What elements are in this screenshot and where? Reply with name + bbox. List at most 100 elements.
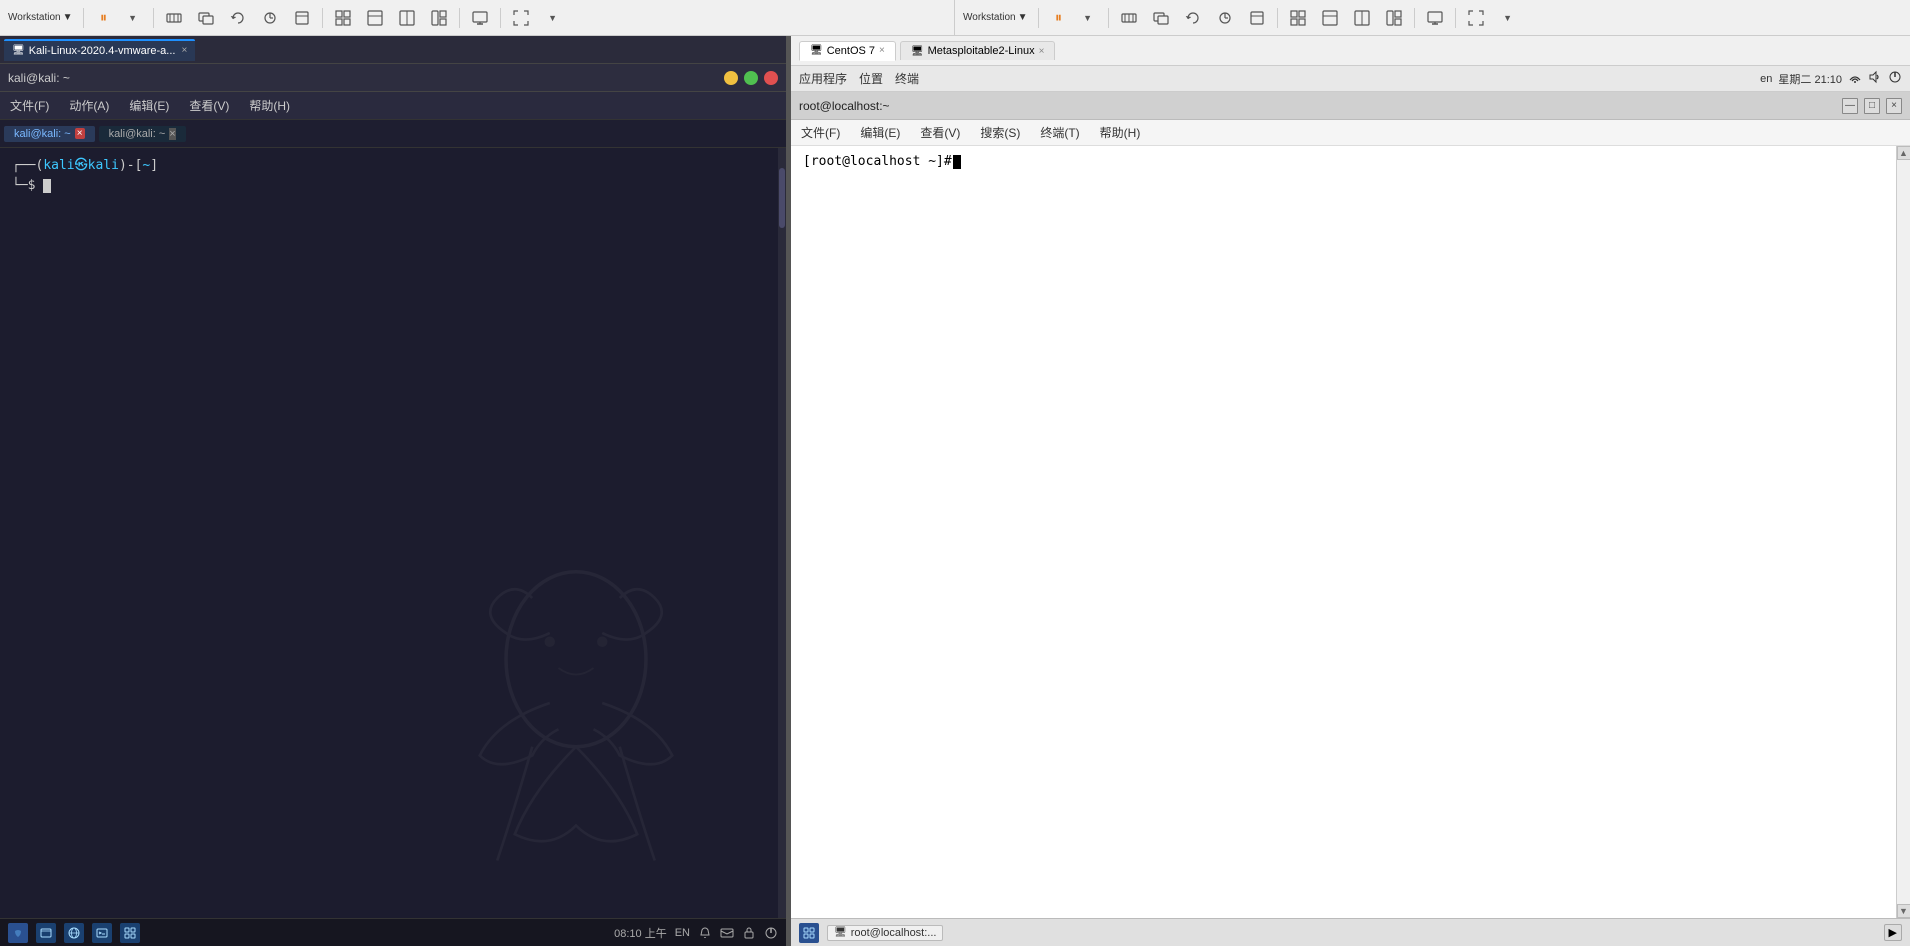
kali-taskbar-lang: EN [675,927,690,939]
right-workstation-menu[interactable]: Workstation ▼ [959,10,1032,25]
left-fullscreen-dropdown[interactable]: ▼ [539,6,567,30]
kali-term-tab1-label: kali@kali: ~ [14,128,71,140]
kali-term-tab2[interactable]: kali@kali: ~ × [99,126,186,142]
sep5 [500,8,501,28]
right-unknown-btn[interactable] [1243,6,1271,30]
right-view1-btn[interactable] [1284,6,1312,30]
kali-menu-file[interactable]: 文件(F) [4,95,55,116]
right-vm-toolbar: Workstation ▼ ⏸ ▼ [955,0,1910,35]
right-pause-btn[interactable]: ⏸ [1045,6,1073,30]
kali-taskbar: 08:10 上午 EN [0,918,786,946]
right-fullscreen-group: ▼ [1494,6,1522,30]
left-vm-tab-close[interactable]: × [181,45,187,56]
centos-taskbar-apps-icon[interactable] [799,923,819,943]
centos-term-menu-terminal[interactable]: 终端(T) [1034,122,1085,143]
centos-menu-location[interactable]: 位置 [859,70,883,87]
kali-term-tab2-close[interactable]: × [169,128,175,140]
kali-taskbar-files-icon[interactable] [36,923,56,943]
right-revert-btn[interactable] [1179,6,1207,30]
meta-tab-close[interactable]: × [1039,46,1045,57]
rsep3 [1277,8,1278,28]
kali-taskbar-apps-icon[interactable] [120,923,140,943]
centos-tab-label: CentOS 7 [827,45,875,57]
centos-close-btn[interactable]: × [1886,98,1902,114]
centos-term-menu-search[interactable]: 搜索(S) [974,122,1026,143]
right-view3-btn[interactable] [1348,6,1376,30]
centos-win-buttons: — □ × [1842,98,1902,114]
centos-terminal-window: root@localhost:~ — □ × 文件(F) 编辑(E) 查看(V)… [791,92,1910,946]
centos-tab-close[interactable]: × [879,45,885,56]
kali-scroll-thumb[interactable] [779,168,785,228]
centos-term-menu-edit[interactable]: 编辑(E) [854,122,906,143]
centos-term-menu-help[interactable]: 帮助(H) [1094,122,1147,143]
left-view2-btn[interactable] [361,6,389,30]
left-view4-btn[interactable] [425,6,453,30]
kali-taskbar-globe-icon[interactable] [64,923,84,943]
centos-task-icon: 🖥 [834,927,847,938]
centos-menu-terminal[interactable]: 终端 [895,70,919,87]
right-view2-btn[interactable] [1316,6,1344,30]
right-snap-btn[interactable] [1147,6,1175,30]
right-snap2-btn[interactable] [1211,6,1239,30]
kali-term-tab1-close[interactable]: × [75,128,85,139]
left-workstation-arrow: ▼ [63,12,73,23]
left-pause-dropdown[interactable]: ▼ [119,6,147,30]
centos-menu-apps[interactable]: 应用程序 [799,70,847,87]
kali-terminal-body[interactable]: ┌──(kali㉿kali)-[~] └─$ [0,148,786,918]
centos-term-menu-view[interactable]: 查看(V) [914,122,966,143]
kali-scrollbar[interactable] [778,148,786,918]
left-workstation-menu[interactable]: Workstation ▼ [4,10,77,25]
kali-minimize-btn[interactable]: — [724,71,738,85]
left-vm-tab-label: Kali-Linux-2020.4-vmware-a... [29,45,176,57]
right-vm-tab-centos[interactable]: 🖥 CentOS 7 × [799,41,896,61]
kali-taskbar-time: 08:10 上午 [614,925,667,941]
centos-scrollbar[interactable]: ▲ ▼ [1896,146,1910,918]
right-vm-tab-meta[interactable]: 🖥 Metasploitable2-Linux × [900,41,1056,60]
kali-term-tab1[interactable]: kali@kali: ~ × [4,126,95,142]
left-fullscreen-btn[interactable] [507,6,535,30]
centos-scroll-down-btn[interactable]: ▼ [1897,904,1910,918]
right-send-ctrl-alt-del[interactable] [1115,6,1143,30]
centos-term-menu-file[interactable]: 文件(F) [795,122,846,143]
right-pause-dropdown[interactable]: ▼ [1074,6,1102,30]
left-view3-btn[interactable] [393,6,421,30]
kali-maximize-btn[interactable]: □ [744,71,758,85]
centos-maximize-btn[interactable]: □ [1864,98,1880,114]
centos-terminal-body[interactable]: [root@localhost ~]# [791,146,1896,918]
kali-cursor [43,179,51,193]
left-view1-btn[interactable] [329,6,357,30]
kali-menu-action[interactable]: 动作(A) [63,95,115,116]
kali-menu-edit[interactable]: 编辑(E) [123,95,175,116]
left-console-btn[interactable] [466,6,494,30]
right-console-btn[interactable] [1421,6,1449,30]
left-unknown-btn[interactable] [288,6,316,30]
main-area: 🖥 Kali-Linux-2020.4-vmware-a... × kali@k… [0,36,1910,946]
left-snap2-btn[interactable] [256,6,284,30]
left-send-ctrl-alt-del[interactable] [160,6,188,30]
kali-menu-help[interactable]: 帮助(H) [243,95,296,116]
left-vm-tab-kali[interactable]: 🖥 Kali-Linux-2020.4-vmware-a... × [4,39,195,61]
meta-tab-icon: 🖥 [911,46,924,57]
left-revert-btn[interactable] [224,6,252,30]
right-fullscreen-btn[interactable] [1462,6,1490,30]
right-view4-btn[interactable] [1380,6,1408,30]
centos-minimize-btn[interactable]: — [1842,98,1858,114]
centos-scroll-up-btn[interactable]: ▲ [1897,146,1910,160]
kali-win-buttons: — □ × [724,71,778,85]
centos-task-terminal[interactable]: 🖥 root@localhost:... [827,925,943,941]
kali-taskbar-dragon-icon[interactable] [8,923,28,943]
left-pause-btn[interactable]: ⏸ [90,6,118,30]
centos-prompt-text: [root@localhost ~]# [803,154,952,169]
centos-taskbar-right-btn[interactable]: ▶ [1884,924,1902,941]
left-snap-btn[interactable] [192,6,220,30]
kali-taskbar-terminal-icon[interactable] [92,923,112,943]
centos-terminal-menubar: 文件(F) 编辑(E) 查看(V) 搜索(S) 终端(T) 帮助(H) [791,120,1910,146]
centos-menubar-right: en 星期二 21:10 [1760,70,1902,87]
centos-datetime: 星期二 21:10 [1778,71,1842,87]
meta-tab-label: Metasploitable2-Linux [928,45,1035,57]
centos-tab-icon: 🖥 [810,45,823,56]
kali-menu-view[interactable]: 查看(V) [183,95,235,116]
kali-close-btn[interactable]: × [764,71,778,85]
right-fullscreen-dropdown[interactable]: ▼ [1494,6,1522,30]
rsep4 [1414,8,1415,28]
